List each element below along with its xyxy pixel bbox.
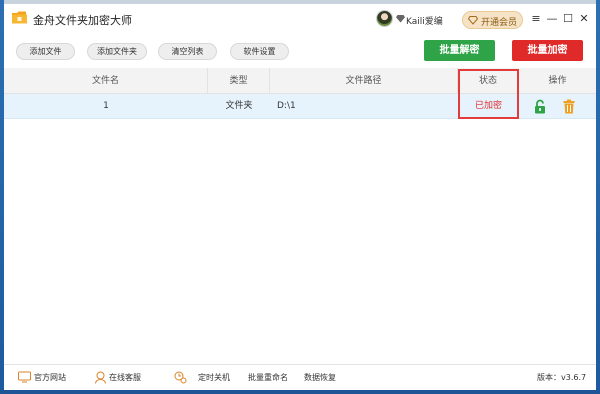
monitor-icon (18, 371, 31, 383)
user-name[interactable]: Kaili爱编 (406, 14, 443, 27)
footer-bar: 官方网站 在线客服 定时关机 批量重命名 数据恢复 版本：v3.6.7 (4, 364, 596, 390)
cell-path: D:\1 (277, 101, 296, 111)
timed-shutdown-link[interactable]: 定时关机 (198, 371, 230, 385)
data-recovery-link[interactable]: 数据恢复 (304, 371, 336, 385)
app-title: 金舟文件夹加密大师 (33, 14, 132, 27)
folder-app-icon (12, 11, 27, 24)
menu-icon[interactable]: ≡ (529, 12, 543, 26)
version-label: 版本：v3.6.7 (537, 373, 587, 382)
trash-icon[interactable] (563, 99, 575, 114)
official-website-link[interactable]: 官方网站 (34, 371, 66, 385)
close-button[interactable]: ✕ (577, 12, 591, 26)
app-window: 金舟文件夹加密大师 Kaili爱编 开通会员 ≡ — ☐ ✕ 添加文件 添加文件… (4, 4, 596, 390)
clock-gear-icon (174, 371, 187, 384)
maximize-button[interactable]: ☐ (561, 12, 575, 26)
column-header-filename[interactable]: 文件名 (4, 68, 208, 94)
vip-button-label: 开通会员 (481, 18, 518, 28)
batch-encrypt-button[interactable]: 批量加密 (512, 40, 583, 61)
column-header-actions[interactable]: 操作 (519, 68, 596, 94)
vip-diamond-icon (468, 16, 478, 25)
headset-icon (95, 371, 106, 384)
online-support-link[interactable]: 在线客服 (109, 371, 141, 385)
batch-decrypt-button[interactable]: 批量解密 (424, 40, 495, 61)
cell-filename: 1 (103, 101, 109, 111)
status-highlight-box (458, 69, 519, 119)
unlock-icon[interactable] (534, 99, 546, 114)
diamond-icon (396, 15, 405, 23)
minimize-button[interactable]: — (545, 12, 559, 26)
toolbar: 添加文件 添加文件夹 清空列表 软件设置 批量解密 批量加密 (4, 34, 596, 68)
title-bar: 金舟文件夹加密大师 Kaili爱编 开通会员 ≡ — ☐ ✕ (4, 4, 596, 34)
batch-rename-link[interactable]: 批量重命名 (248, 371, 288, 385)
desktop-bottom-edge (0, 390, 600, 394)
column-header-type[interactable]: 类型 (208, 68, 270, 94)
clear-list-button[interactable]: 清空列表 (158, 43, 217, 60)
open-vip-button[interactable]: 开通会员 (462, 11, 523, 29)
desktop-right-edge (596, 0, 600, 394)
cell-type: 文件夹 (225, 101, 253, 111)
add-file-button[interactable]: 添加文件 (16, 43, 75, 60)
avatar[interactable] (376, 10, 393, 27)
software-settings-button[interactable]: 软件设置 (230, 43, 289, 60)
column-header-path[interactable]: 文件路径 (270, 68, 458, 94)
add-folder-button[interactable]: 添加文件夹 (87, 43, 147, 60)
